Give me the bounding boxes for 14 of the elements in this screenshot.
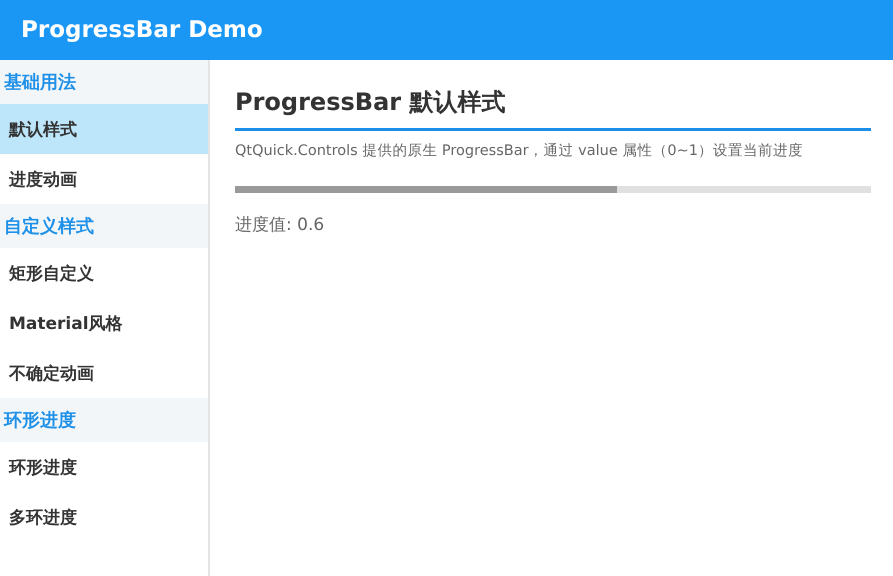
nav-item[interactable]: 环形进度 bbox=[0, 442, 208, 492]
nav-item[interactable]: 矩形自定义 bbox=[0, 248, 208, 298]
page-heading: ProgressBar 默认样式 bbox=[235, 86, 871, 131]
section-header: 基础用法 bbox=[0, 60, 208, 104]
nav-item[interactable]: 进度动画 bbox=[0, 154, 208, 204]
app-title: ProgressBar Demo bbox=[21, 17, 263, 43]
nav-item[interactable]: 不确定动画 bbox=[0, 348, 208, 398]
nav-item[interactable]: Material风格 bbox=[0, 298, 208, 348]
nav-item[interactable]: 多环进度 bbox=[0, 492, 208, 542]
section-header: 环形进度 bbox=[0, 398, 208, 442]
nav-item[interactable]: 默认样式 bbox=[0, 104, 208, 154]
description-text: QtQuick.Controls 提供的原生 ProgressBar，通过 value 属性（0~1）设置当前进度 bbox=[235, 142, 804, 160]
section-header: 自定义样式 bbox=[0, 204, 208, 248]
progress-value-text: 进度值: 0.6 bbox=[235, 214, 326, 236]
